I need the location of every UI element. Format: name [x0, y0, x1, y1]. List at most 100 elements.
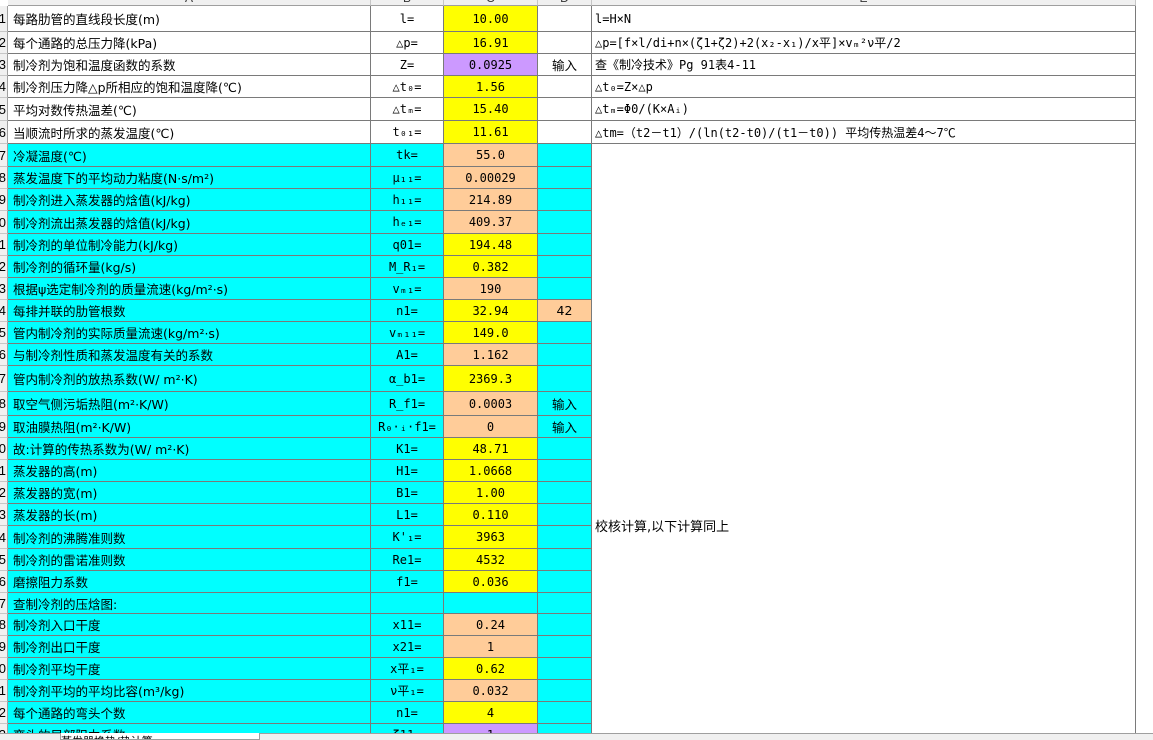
- value-cell[interactable]: 1: [444, 636, 538, 658]
- value-cell[interactable]: 0.24: [444, 614, 538, 636]
- row-header[interactable]: 24: [0, 526, 8, 549]
- symbol-cell[interactable]: t₀₁=: [371, 121, 444, 144]
- row-header[interactable]: 15: [0, 322, 8, 344]
- symbol-cell[interactable]: q01=: [371, 234, 444, 256]
- value-cell[interactable]: 15.40: [444, 98, 538, 121]
- row-header[interactable]: 10: [0, 211, 8, 234]
- note-cell[interactable]: [538, 593, 592, 614]
- value-cell[interactable]: 0.110: [444, 504, 538, 526]
- row-header[interactable]: 21: [0, 460, 8, 482]
- row-header[interactable]: 14: [0, 300, 8, 322]
- row-header[interactable]: 16: [0, 344, 8, 366]
- value-cell[interactable]: 11.61: [444, 121, 538, 144]
- label-cell[interactable]: 查制冷剂的压焓图:: [8, 593, 371, 614]
- formula-cell[interactable]: 查《制冷技术》Pg 91表4-11: [592, 54, 1136, 76]
- value-cell[interactable]: 149.0: [444, 322, 538, 344]
- row-header[interactable]: 27: [0, 593, 8, 614]
- note-cell[interactable]: [538, 256, 592, 278]
- row-header[interactable]: 11: [0, 234, 8, 256]
- row-header[interactable]: 23: [0, 504, 8, 526]
- label-cell[interactable]: 制冷剂平均干度: [8, 658, 371, 680]
- symbol-cell[interactable]: l=: [371, 6, 444, 32]
- note-cell[interactable]: [538, 549, 592, 571]
- symbol-cell[interactable]: x11=: [371, 614, 444, 636]
- symbol-cell[interactable]: f1=: [371, 571, 444, 593]
- note-cell[interactable]: [538, 6, 592, 32]
- row-header[interactable]: 25: [0, 549, 8, 571]
- label-cell[interactable]: 制冷剂的雷诺准则数: [8, 549, 371, 571]
- row-header[interactable]: 29: [0, 636, 8, 658]
- label-cell[interactable]: 制冷剂的单位制冷能力(kJ/kg): [8, 234, 371, 256]
- value-cell[interactable]: 0.036: [444, 571, 538, 593]
- symbol-cell[interactable]: n1=: [371, 300, 444, 322]
- value-cell[interactable]: 48.71: [444, 438, 538, 460]
- value-cell[interactable]: 32.94: [444, 300, 538, 322]
- value-cell[interactable]: 214.89: [444, 189, 538, 211]
- symbol-cell[interactable]: △tₘ=: [371, 98, 444, 121]
- formula-cell[interactable]: △tₘ=Φ0/(K×Aᵢ): [592, 98, 1136, 121]
- row-header[interactable]: 26: [0, 571, 8, 593]
- label-cell[interactable]: 根据ψ选定制冷剂的质量流速(kg/m²·s): [8, 278, 371, 300]
- symbol-cell[interactable]: M_R₁=: [371, 256, 444, 278]
- symbol-cell[interactable]: [371, 593, 444, 614]
- symbol-cell[interactable]: △t₀=: [371, 76, 444, 98]
- symbol-cell[interactable]: B1=: [371, 482, 444, 504]
- note-cell[interactable]: [538, 636, 592, 658]
- value-cell[interactable]: 0.00029: [444, 167, 538, 189]
- note-cell[interactable]: [538, 189, 592, 211]
- formula-cell[interactable]: l=H×N: [592, 6, 1136, 32]
- label-cell[interactable]: 蒸发器的长(m): [8, 504, 371, 526]
- symbol-cell[interactable]: vₘ₁=: [371, 278, 444, 300]
- label-cell[interactable]: 制冷剂流出蒸发器的焓值(kJ/kg): [8, 211, 371, 234]
- note-cell[interactable]: 输入: [538, 416, 592, 438]
- row-header[interactable]: 9: [0, 189, 8, 211]
- note-cell[interactable]: [538, 438, 592, 460]
- value-cell[interactable]: 194.48: [444, 234, 538, 256]
- value-cell[interactable]: 55.0: [444, 144, 538, 167]
- symbol-cell[interactable]: x21=: [371, 636, 444, 658]
- value-cell[interactable]: 0: [444, 416, 538, 438]
- value-cell[interactable]: 4: [444, 702, 538, 724]
- label-cell[interactable]: 制冷剂平均的平均比容(m³/kg): [8, 680, 371, 702]
- formula-cell[interactable]: △p=[f×l/di+n×(ζ1+ζ2)+2(x₂-x₁)/x平]×vₘ²ν平/…: [592, 32, 1136, 54]
- note-cell[interactable]: [538, 504, 592, 526]
- label-cell[interactable]: 取空气侧污垢热阻(m²·K/W): [8, 392, 371, 416]
- row-header[interactable]: 32: [0, 702, 8, 724]
- note-cell[interactable]: 输入: [538, 392, 592, 416]
- note-cell[interactable]: [538, 121, 592, 144]
- value-cell[interactable]: 0.382: [444, 256, 538, 278]
- label-cell[interactable]: 制冷剂压力降△p所相应的饱和温度降(℃): [8, 76, 371, 98]
- note-cell[interactable]: [538, 658, 592, 680]
- note-cell[interactable]: [538, 76, 592, 98]
- label-cell[interactable]: 与制冷剂性质和蒸发温度有关的系数: [8, 344, 371, 366]
- symbol-cell[interactable]: vₘ₁₁=: [371, 322, 444, 344]
- label-cell[interactable]: 冷凝温度(℃): [8, 144, 371, 167]
- symbol-cell[interactable]: tk=: [371, 144, 444, 167]
- note-cell[interactable]: [538, 322, 592, 344]
- label-cell[interactable]: 制冷剂入口干度: [8, 614, 371, 636]
- formula-cell[interactable]: △t₀=Z×△p: [592, 76, 1136, 98]
- symbol-cell[interactable]: R_f1=: [371, 392, 444, 416]
- row-header[interactable]: 6: [0, 121, 8, 144]
- symbol-cell[interactable]: μ₁₁=: [371, 167, 444, 189]
- note-cell[interactable]: [538, 366, 592, 392]
- label-cell[interactable]: 蒸发温度下的平均动力粘度(N·s/m²): [8, 167, 371, 189]
- formula-cell[interactable]: △tm=（t2－t1）/(ln(t2-t0)/(t1－t0)) 平均传热温差4～…: [592, 121, 1136, 144]
- row-header[interactable]: 30: [0, 658, 8, 680]
- note-cell[interactable]: [538, 571, 592, 593]
- note-cell[interactable]: [538, 344, 592, 366]
- value-cell[interactable]: 0.62: [444, 658, 538, 680]
- row-header[interactable]: 31: [0, 680, 8, 702]
- label-cell[interactable]: 蒸发器的宽(m): [8, 482, 371, 504]
- label-cell[interactable]: 管内制冷剂的放热系数(W/ m²·K): [8, 366, 371, 392]
- note-cell[interactable]: [538, 526, 592, 549]
- label-cell[interactable]: 平均对数传热温差(℃): [8, 98, 371, 121]
- row-header[interactable]: 18: [0, 392, 8, 416]
- label-cell[interactable]: 制冷剂的沸腾准则数: [8, 526, 371, 549]
- symbol-cell[interactable]: ν平₁=: [371, 680, 444, 702]
- note-cell[interactable]: [538, 278, 592, 300]
- symbol-cell[interactable]: Re1=: [371, 549, 444, 571]
- note-cell[interactable]: [538, 167, 592, 189]
- row-header[interactable]: 5: [0, 98, 8, 121]
- note-cell[interactable]: [538, 98, 592, 121]
